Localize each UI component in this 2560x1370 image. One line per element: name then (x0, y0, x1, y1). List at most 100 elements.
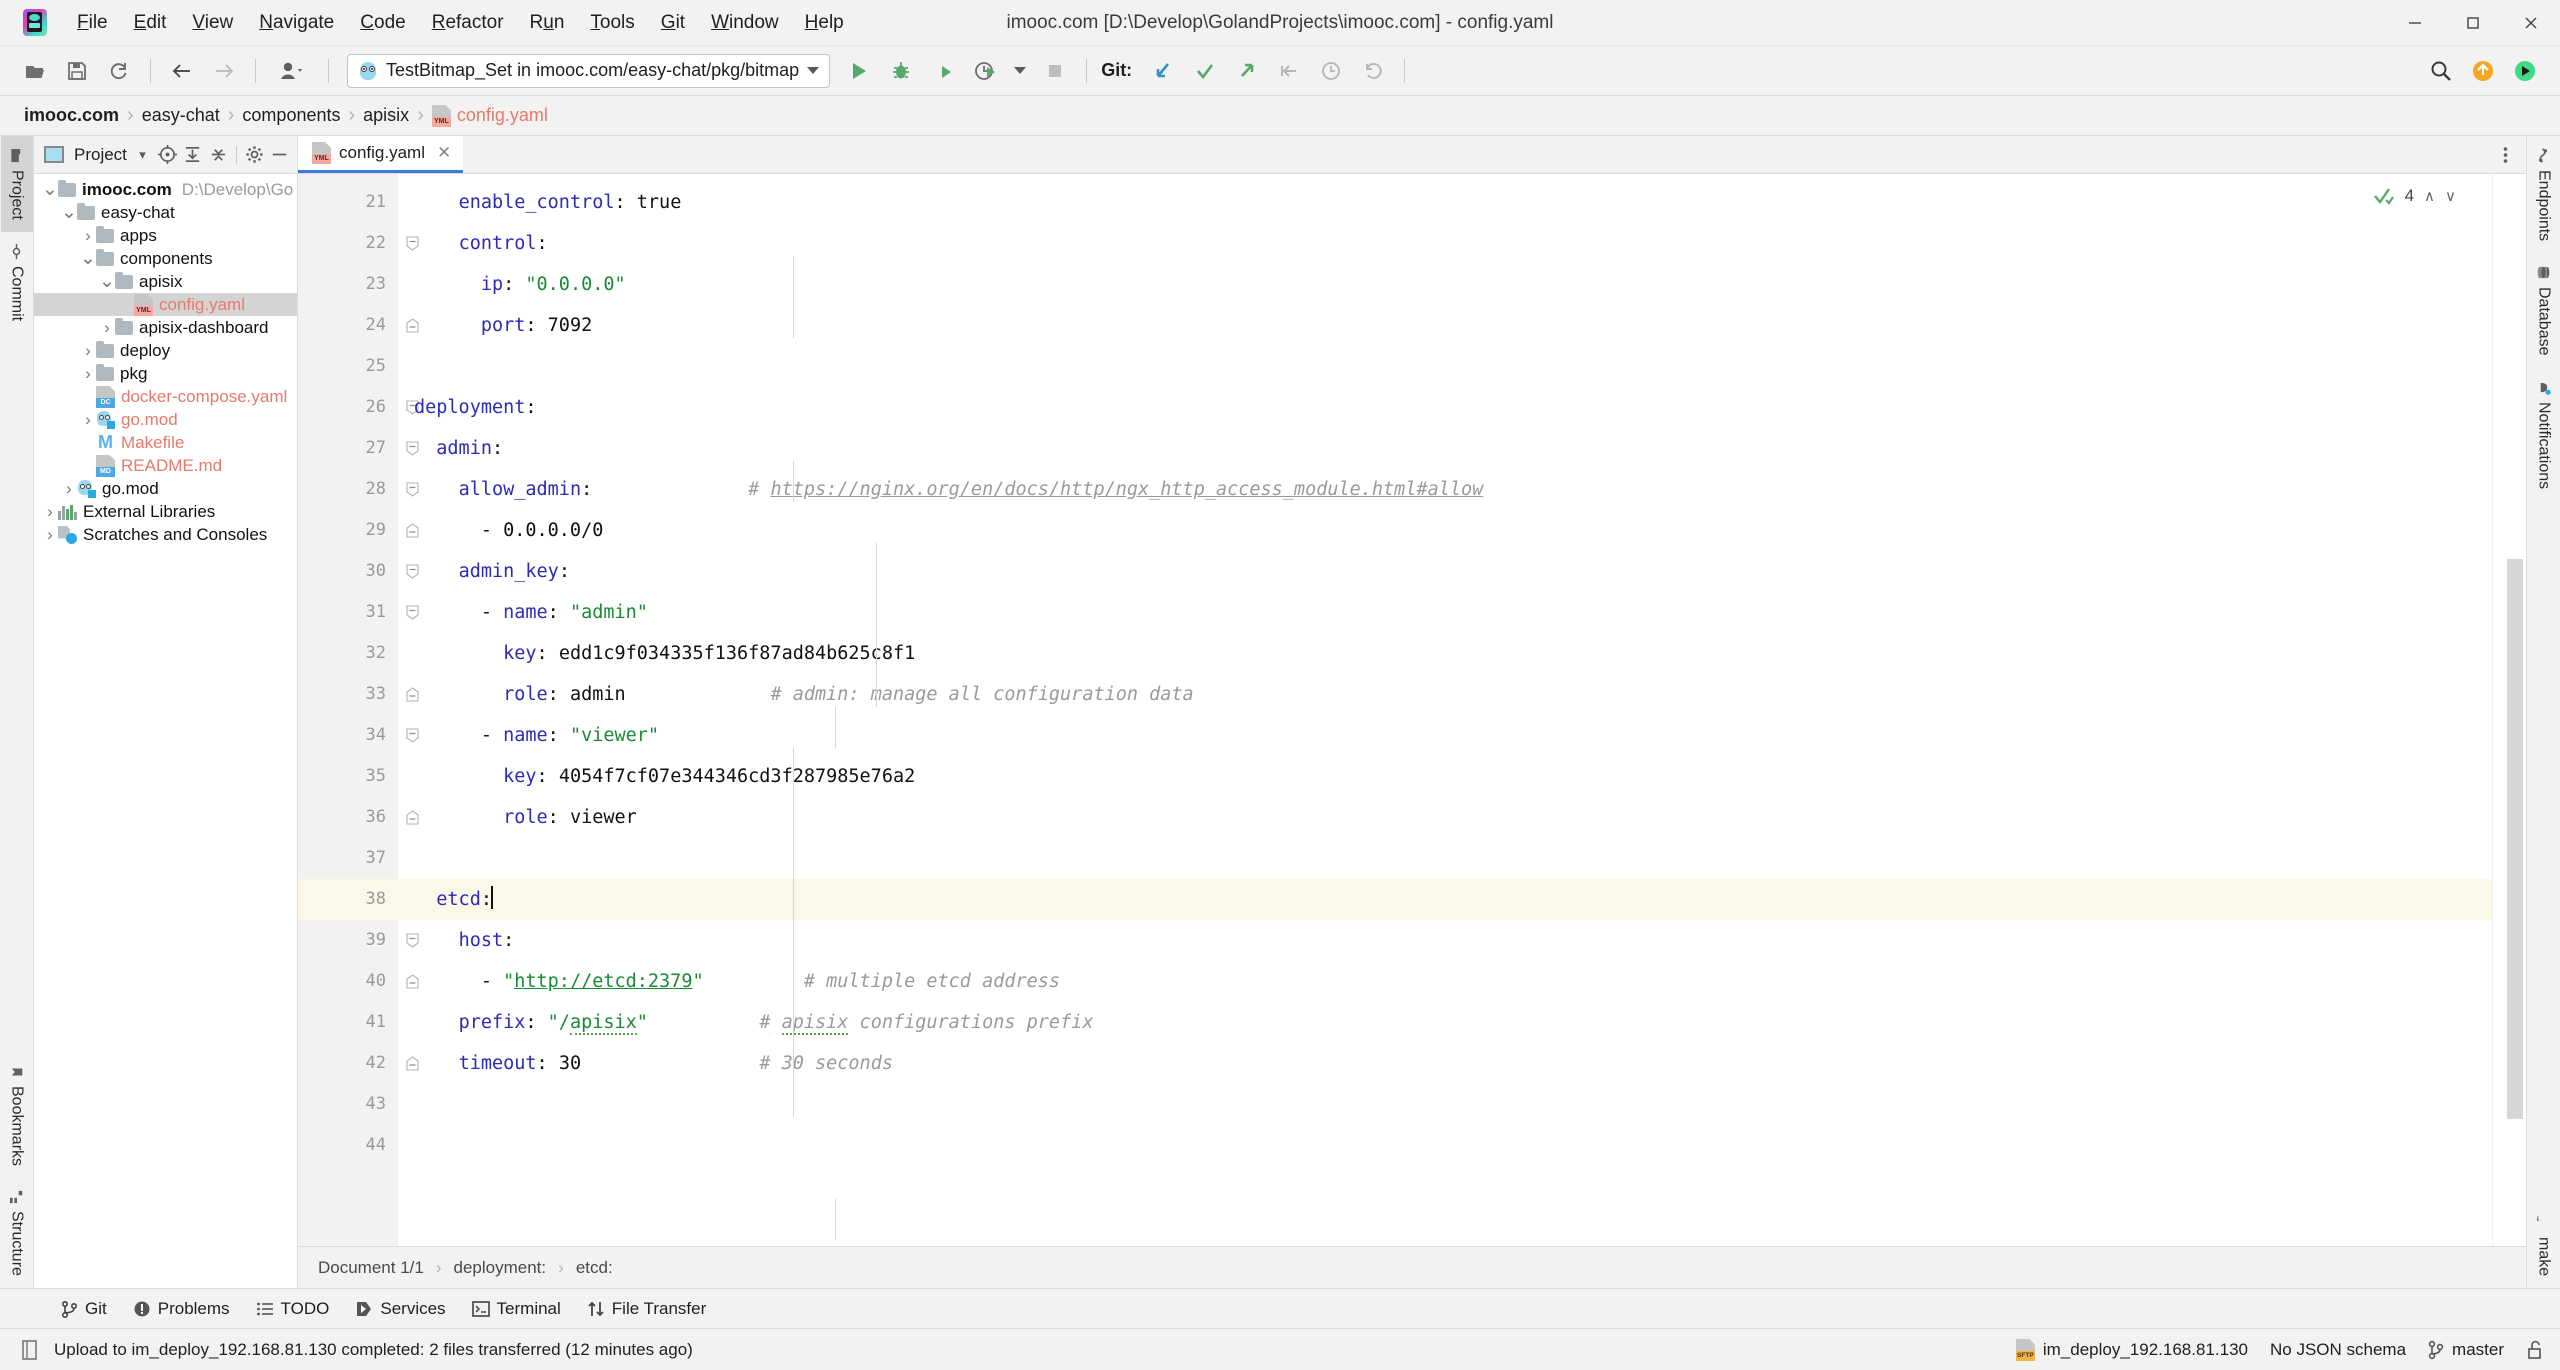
ide-indicator-icon[interactable] (2507, 54, 2543, 88)
tool-window-file-transfer[interactable]: File Transfer (576, 1294, 717, 1324)
forward-arrow-icon[interactable] (206, 54, 242, 88)
user-profile-icon[interactable] (269, 54, 315, 88)
sidebar-item-endpoints[interactable]: Endpoints (2528, 136, 2560, 253)
menu-item-refactor[interactable]: Refactor (419, 8, 517, 38)
line-number-42[interactable]: 42 (298, 1043, 419, 1084)
code-line-29[interactable]: - 0.0.0.0/0 (398, 510, 2492, 551)
run-with-profiler-icon[interactable] (967, 54, 1003, 88)
code-line-30[interactable]: admin_key: (398, 551, 2492, 592)
code-line-39[interactable]: host: (398, 920, 2492, 961)
search-everywhere-icon[interactable] (2423, 54, 2459, 88)
code-line-38[interactable]: etcd: (398, 879, 2492, 920)
sync-icon[interactable] (101, 54, 137, 88)
line-number-31[interactable]: 31 (298, 592, 419, 633)
close-button[interactable] (2502, 0, 2560, 46)
line-number-38[interactable]: 38 (298, 879, 419, 920)
line-number-39[interactable]: 39 (298, 920, 419, 961)
line-number-25[interactable]: 25 (298, 346, 398, 387)
code-line-34[interactable]: - name: "viewer" (398, 715, 2492, 756)
line-number-24[interactable]: 24 (298, 305, 419, 346)
tree-item-apisix[interactable]: ⌄ apisix (34, 270, 297, 293)
tree-item-makefile[interactable]: M Makefile (34, 431, 297, 454)
sftp-deployment-status[interactable]: SFTP im_deploy_192.168.81.130 (2015, 1338, 2248, 1361)
tree-item-go-mod[interactable]: › go.mod (34, 477, 297, 500)
json-schema-status[interactable]: No JSON schema (2270, 1340, 2406, 1360)
hide-panel-icon[interactable] (268, 142, 291, 168)
sidebar-item-project[interactable]: Project (0, 136, 33, 232)
line-number-34[interactable]: 34 (298, 715, 419, 756)
tree-item-docker-compose-yaml[interactable]: DC docker-compose.yaml (34, 385, 297, 408)
run-configuration-selector[interactable]: TestBitmap_Set in imooc.com/easy-chat/pk… (347, 53, 831, 88)
code-line-28[interactable]: allow_admin: # https://nginx.org/en/docs… (398, 469, 2492, 510)
tree-item-apisix-dashboard[interactable]: › apisix-dashboard (34, 316, 297, 339)
chevron-right-icon[interactable]: › (80, 341, 96, 361)
breadcrumb-item-apisix[interactable]: apisix (357, 105, 415, 126)
breadcrumb-item-imooc-com[interactable]: imooc.com (18, 105, 125, 126)
git-branch-widget[interactable]: master (2428, 1340, 2504, 1360)
event-log-icon[interactable] (20, 1339, 40, 1361)
tree-item-go-mod[interactable]: › go.mod (34, 408, 297, 431)
save-icon[interactable] (59, 54, 95, 88)
code-content[interactable]: enable_control: true control: ip: "0.0.0… (398, 174, 2492, 1246)
rollback-icon[interactable] (1355, 54, 1391, 88)
sidebar-item-structure[interactable]: Structure (1, 1178, 33, 1288)
chevron-right-icon[interactable]: › (80, 410, 96, 430)
line-number-29[interactable]: 29 (298, 510, 419, 551)
tree-item-deploy[interactable]: › deploy (34, 339, 297, 362)
unlocked-icon[interactable] (2526, 1339, 2544, 1361)
line-number-32[interactable]: 32 (298, 633, 398, 674)
rebase-icon[interactable] (1271, 54, 1307, 88)
run-icon[interactable] (841, 54, 877, 88)
run-with-coverage-icon[interactable] (925, 54, 961, 88)
debug-icon[interactable] (883, 54, 919, 88)
tool-window-git[interactable]: Git (50, 1294, 118, 1324)
code-line-41[interactable]: prefix: "/apisix" # apisix configuration… (398, 1002, 2492, 1043)
line-number-37[interactable]: 37 (298, 838, 398, 879)
profiler-chevron-icon[interactable] (1009, 54, 1031, 88)
updates-available-icon[interactable] (2465, 54, 2501, 88)
minimize-button[interactable] (2386, 0, 2444, 46)
tool-window-problems[interactable]: Problems (122, 1294, 241, 1324)
code-line-40[interactable]: - "http://etcd:2379" # multiple etcd add… (398, 961, 2492, 1002)
code-line-24[interactable]: port: 7092 (398, 305, 2492, 346)
code-line-44[interactable] (398, 1125, 2492, 1166)
close-icon[interactable]: ✕ (437, 143, 451, 163)
select-opened-file-icon[interactable] (156, 142, 179, 168)
expand-all-icon[interactable] (181, 142, 204, 168)
line-number-44[interactable]: 44 (298, 1125, 398, 1166)
collapse-all-icon[interactable] (207, 142, 230, 168)
line-number-33[interactable]: 33 (298, 674, 419, 715)
code-line-35[interactable]: key: 4054f7cf07e344346cd3f287985e76a2 (398, 756, 2492, 797)
code-line-37[interactable] (398, 838, 2492, 879)
editor-vertical-scrollbar[interactable] (2507, 559, 2523, 1119)
menu-item-run[interactable]: Run (517, 8, 578, 38)
line-number-41[interactable]: 41 (298, 1002, 398, 1043)
inspection-widget[interactable]: 4 ∧ ∨ (2373, 186, 2456, 206)
menu-item-view[interactable]: View (179, 8, 246, 38)
commit-icon[interactable] (1187, 54, 1223, 88)
code-line-22[interactable]: control: (398, 223, 2492, 264)
tree-item-scratches-and-consoles[interactable]: › Scratches and Consoles (34, 523, 297, 546)
code-line-25[interactable] (398, 346, 2492, 387)
menu-item-help[interactable]: Help (792, 8, 857, 38)
breadcrumb-item-easy-chat[interactable]: easy-chat (136, 105, 226, 126)
line-number-40[interactable]: 40 (298, 961, 419, 1002)
menu-item-window[interactable]: Window (698, 8, 792, 38)
line-number-35[interactable]: 35 (298, 756, 398, 797)
breadcrumb-item-components[interactable]: components (236, 105, 346, 126)
tree-item-pkg[interactable]: › pkg (34, 362, 297, 385)
sidebar-item-database[interactable]: Database (2528, 253, 2560, 368)
editor-tab-config-yaml[interactable]: YML config.yaml ✕ (298, 136, 464, 173)
chevron-right-icon[interactable]: › (99, 318, 115, 338)
chevron-down-icon[interactable] (807, 67, 820, 74)
next-highlight-icon[interactable]: ∨ (2445, 187, 2456, 205)
code-line-31[interactable]: - name: "admin" (398, 592, 2492, 633)
code-editor[interactable]: 21 22 23 24 25 26 27 28 29 30 31 32 33 34 35 36 37 38 39 40… (298, 174, 2526, 1246)
line-number-26[interactable]: 26 (298, 387, 419, 428)
tree-item-apps[interactable]: › apps (34, 224, 297, 247)
back-arrow-icon[interactable] (164, 54, 200, 88)
code-line-23[interactable]: ip: "0.0.0.0" (398, 264, 2492, 305)
breadcrumb-item-config-yaml[interactable]: YML config.yaml (426, 104, 554, 127)
sidebar-item-commit[interactable]: Commit (1, 232, 33, 333)
menu-item-edit[interactable]: Edit (121, 8, 180, 38)
